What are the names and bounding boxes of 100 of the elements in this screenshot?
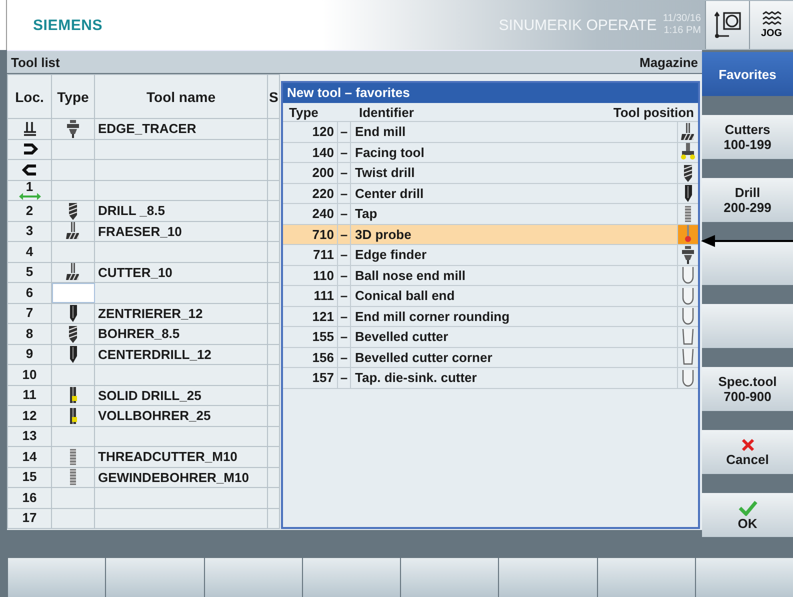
table-cell: [268, 344, 280, 364]
type-cell[interactable]: [52, 303, 94, 324]
type-cell[interactable]: [52, 426, 94, 446]
column-header: Identifier: [358, 104, 415, 120]
type-number: 110: [312, 268, 335, 283]
type-cell[interactable]: [52, 488, 94, 508]
tool-identifier: Center drill: [354, 186, 425, 201]
tool-type-row[interactable]: 711 – Edge finder: [283, 245, 698, 266]
location-number: 1: [26, 180, 34, 193]
softkey[interactable]: OK: [702, 493, 793, 537]
location-number: 6: [26, 286, 34, 299]
gripper-icon: [22, 162, 38, 178]
tool-identifier: Ball nose end mill: [354, 268, 467, 283]
type-cell[interactable]: [52, 139, 94, 160]
tool-identifier: Edge finder: [354, 247, 428, 262]
twist-drill-icon: [66, 202, 80, 220]
type-cell[interactable]: [52, 118, 94, 139]
tool-type-row[interactable]: 155 – Bevelled cutter: [283, 327, 698, 348]
type-number: 156: [311, 350, 335, 365]
softkey[interactable]: Favorites: [702, 52, 793, 96]
type-number: 240: [311, 206, 335, 222]
magazine-label: Magazine: [639, 54, 698, 70]
type-number: 157: [311, 370, 335, 386]
tool-identifier: Conical ball end: [354, 288, 456, 304]
table-cell: DRILL _8.5: [94, 200, 268, 221]
column-header: Tool name: [94, 74, 268, 118]
type-cell[interactable]: [52, 385, 94, 406]
tool-identifier: Bevelled cutter: [354, 329, 450, 344]
close-icon: [740, 438, 754, 452]
coordinate-system-icon: [712, 10, 742, 40]
column-header: Loc.: [8, 74, 52, 118]
tool-type-row[interactable]: 157 – Tap. die-sink. cutter: [283, 368, 698, 388]
table-cell: [268, 467, 280, 488]
location-number: 14: [22, 450, 37, 463]
type-number: 711: [312, 247, 335, 262]
blank-softkey[interactable]: [702, 241, 793, 285]
tool-type-row[interactable]: 121 – End mill corner rounding: [283, 306, 698, 327]
checkmark-icon: [738, 500, 758, 516]
table-cell: [268, 426, 280, 446]
dash: –: [337, 368, 351, 388]
type-cell[interactable]: [52, 180, 94, 200]
column-header: Type: [288, 104, 320, 120]
table-cell: CENTERDRILL_12: [94, 344, 268, 364]
tool-type-row[interactable]: 710 – 3D probe: [283, 224, 698, 245]
type-cell[interactable]: [52, 160, 94, 180]
type-cell[interactable]: [52, 406, 94, 426]
dash: –: [337, 204, 351, 224]
tool-identifier: Facing tool: [354, 144, 426, 160]
table-cell: [268, 488, 280, 508]
location-number: 13: [22, 430, 37, 442]
table-cell: [268, 139, 280, 160]
softkey[interactable]: Cancel: [702, 430, 793, 474]
jog-mode-button[interactable]: JOG: [749, 1, 793, 49]
dialog-title: New tool – favorites: [283, 83, 698, 103]
location-number: 5: [26, 266, 34, 278]
dash: –: [337, 122, 351, 142]
table-cell: GEWINDEBOHRER_M10: [94, 467, 268, 488]
type-cell[interactable]: [52, 446, 94, 467]
dash: –: [337, 306, 351, 326]
table-cell: [268, 508, 280, 528]
table-cell: [268, 303, 280, 324]
type-cell[interactable]: [52, 324, 94, 344]
softkey[interactable]: Spec.tool 700-900: [702, 367, 793, 411]
tool-type-row[interactable]: 110 – Ball nose end mill: [283, 266, 698, 286]
type-cell[interactable]: [52, 364, 94, 385]
tool-type-row[interactable]: 156 – Bevelled cutter corner: [283, 348, 698, 368]
table-cell: BOHRER_8.5: [94, 324, 268, 344]
round-cutter-icon: [681, 368, 695, 387]
tool-identifier: Bevelled cutter corner: [354, 350, 494, 365]
dash: –: [337, 163, 351, 182]
location-number: 10: [22, 368, 37, 381]
type-cell[interactable]: [52, 221, 94, 242]
product-name: SINUMERIK OPERATE: [498, 16, 657, 34]
location-number: 8: [26, 328, 34, 340]
location-number: 4: [26, 246, 34, 258]
type-cell[interactable]: [52, 242, 94, 262]
tool-identifier: Tap. die-sink. cutter: [354, 370, 478, 386]
edge-finder-icon: [66, 120, 80, 138]
table-cell: [268, 221, 280, 242]
softkey[interactable]: Cutters 100-199: [702, 115, 793, 159]
table-cell: EDGE_TRACER: [94, 118, 268, 139]
tool-type-row[interactable]: 140 – Facing tool: [283, 142, 698, 163]
type-cell[interactable]: [52, 467, 94, 488]
tool-type-row[interactable]: 111 – Conical ball end: [283, 286, 698, 306]
type-cell[interactable]: [52, 344, 94, 364]
location-number: 7: [26, 307, 34, 320]
tool-type-row[interactable]: 120 – End mill: [283, 122, 698, 142]
table-cell: ZENTRIERER_12: [94, 303, 268, 324]
tool-type-row[interactable]: 200 – Twist drill: [283, 163, 698, 184]
softkey[interactable]: Drill 200-299: [702, 178, 793, 222]
table-cell: [268, 118, 280, 139]
coordinate-system-button[interactable]: [705, 1, 749, 49]
tool-type-row[interactable]: 220 – Center drill: [283, 184, 698, 204]
tool-identifier: Tap: [354, 206, 378, 222]
wave-icon: [760, 11, 782, 27]
type-cell[interactable]: [52, 508, 94, 528]
type-cell[interactable]: [52, 282, 94, 303]
dash: –: [337, 348, 351, 367]
table-cell: [268, 364, 280, 385]
type-cell[interactable]: [52, 200, 94, 221]
